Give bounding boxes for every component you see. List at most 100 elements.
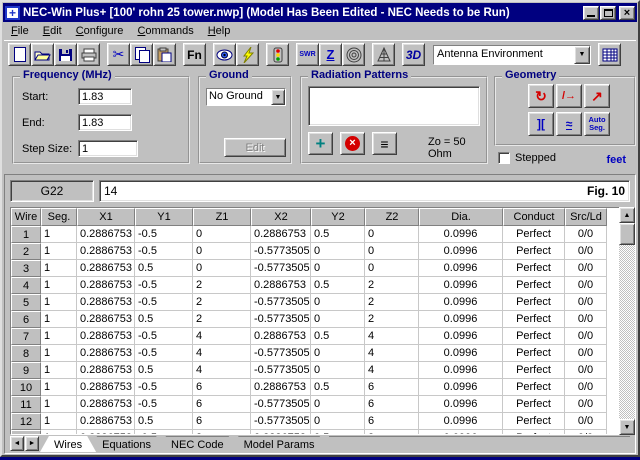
table-cell[interactable]: 0/0 xyxy=(565,226,607,243)
table-cell[interactable]: 0.0996 xyxy=(419,396,503,413)
table-cell[interactable]: 0.2886753 xyxy=(77,413,135,430)
table-cell[interactable]: 0 xyxy=(311,362,365,379)
table-cell[interactable]: -0.5773505 xyxy=(251,311,311,328)
table-cell[interactable]: -0.5773505 xyxy=(251,396,311,413)
table-cell[interactable]: 0/0 xyxy=(565,396,607,413)
menu-help[interactable]: Help xyxy=(201,23,238,39)
row-header-cell[interactable]: 1 xyxy=(11,226,41,243)
table-cell[interactable]: 0 xyxy=(193,226,251,243)
scale-button[interactable]: ↗ xyxy=(584,84,610,108)
table-cell[interactable]: -0.5 xyxy=(135,379,193,396)
function-button[interactable]: Fn xyxy=(183,43,206,66)
table-cell[interactable]: Perfect xyxy=(503,379,565,396)
table-cell[interactable]: 0.0996 xyxy=(419,311,503,328)
table-cell[interactable]: Perfect xyxy=(503,226,565,243)
table-cell[interactable]: 0.2886753 xyxy=(77,226,135,243)
table-cell[interactable]: 0 xyxy=(311,260,365,277)
table-cell[interactable]: 0.2886753 xyxy=(251,328,311,345)
table-cell[interactable]: 0.0996 xyxy=(419,226,503,243)
table-cell[interactable]: 0/0 xyxy=(565,345,607,362)
table-cell[interactable]: 0/0 xyxy=(565,379,607,396)
table-cell[interactable]: 0.0996 xyxy=(419,345,503,362)
table-cell[interactable]: 2 xyxy=(193,277,251,294)
tab-model-params[interactable]: Model Params xyxy=(230,436,329,452)
table-cell[interactable]: 0.0996 xyxy=(419,413,503,430)
table-cell[interactable]: 0.5 xyxy=(311,379,365,396)
stepped-checkbox[interactable] xyxy=(498,152,510,164)
row-header-cell[interactable]: 9 xyxy=(11,362,41,379)
menu-configure[interactable]: Configure xyxy=(69,23,131,39)
table-cell[interactable]: -0.5773505 xyxy=(251,345,311,362)
table-cell[interactable]: 0.0996 xyxy=(419,362,503,379)
row-header-cell[interactable]: 5 xyxy=(11,294,41,311)
table-cell[interactable]: 6 xyxy=(365,413,419,430)
vertical-scrollbar[interactable]: ▲ ▼ xyxy=(619,207,635,435)
row-header-cell[interactable]: 10 xyxy=(11,379,41,396)
table-cell[interactable]: 0.0996 xyxy=(419,260,503,277)
table-cell[interactable]: -0.5 xyxy=(135,430,193,435)
table-cell[interactable]: 0.0996 xyxy=(419,430,503,435)
step-size-input[interactable]: 1 xyxy=(78,140,138,157)
table-cell[interactable]: Perfect xyxy=(503,311,565,328)
table-cell[interactable]: -0.5 xyxy=(135,396,193,413)
table-cell[interactable]: 0 xyxy=(365,226,419,243)
table-cell[interactable]: Perfect xyxy=(503,413,565,430)
table-cell[interactable]: -0.5 xyxy=(135,294,193,311)
table-cell[interactable]: Perfect xyxy=(503,277,565,294)
table-cell[interactable]: Perfect xyxy=(503,430,565,435)
menu-file[interactable]: File xyxy=(4,23,36,39)
tab-scroll-right-button[interactable]: ► xyxy=(25,436,39,451)
table-cell[interactable]: 0.5 xyxy=(135,260,193,277)
row-header-cell[interactable]: 12 xyxy=(11,413,41,430)
auto-seg-button[interactable]: Auto Seg. xyxy=(584,112,610,136)
formula-field[interactable]: 14 Fig. 10 xyxy=(99,180,630,202)
table-cell[interactable]: Perfect xyxy=(503,328,565,345)
table-cell[interactable]: -0.5773505 xyxy=(251,243,311,260)
cut-button[interactable]: ✂ xyxy=(107,43,130,66)
table-cell[interactable]: 1 xyxy=(41,362,77,379)
table-cell[interactable]: 6 xyxy=(193,396,251,413)
table-cell[interactable]: 0.2886753 xyxy=(251,430,311,435)
maximize-button[interactable] xyxy=(600,6,616,20)
table-cell[interactable]: 0/0 xyxy=(565,260,607,277)
table-cell[interactable]: 0.5 xyxy=(135,311,193,328)
table-cell[interactable]: Perfect xyxy=(503,294,565,311)
table-cell[interactable]: 0 xyxy=(311,345,365,362)
col-header-dia[interactable]: Dia. xyxy=(419,208,503,226)
run-button[interactable] xyxy=(236,43,259,66)
table-cell[interactable]: 0.2886753 xyxy=(77,243,135,260)
table-cell[interactable]: 1 xyxy=(41,345,77,362)
table-cell[interactable]: 2 xyxy=(365,294,419,311)
tab-nec-code[interactable]: NEC Code xyxy=(157,436,238,452)
scroll-down-button[interactable]: ▼ xyxy=(619,419,635,435)
tab-wires[interactable]: Wires xyxy=(40,436,96,452)
row-header-cell[interactable]: 6 xyxy=(11,311,41,328)
table-cell[interactable]: -0.5 xyxy=(135,328,193,345)
table-cell[interactable]: 0 xyxy=(311,311,365,328)
col-header-x2[interactable]: X2 xyxy=(251,208,311,226)
table-cell[interactable]: 0.0996 xyxy=(419,379,503,396)
table-cell[interactable]: 4 xyxy=(193,345,251,362)
table-cell[interactable]: 0.5 xyxy=(311,277,365,294)
radiation-pattern-list[interactable] xyxy=(308,86,480,126)
scroll-up-button[interactable]: ▲ xyxy=(619,207,635,223)
table-cell[interactable]: 1 xyxy=(41,243,77,260)
menu-edit[interactable]: Edit xyxy=(36,23,69,39)
table-cell[interactable]: Perfect xyxy=(503,345,565,362)
table-cell[interactable]: 2 xyxy=(193,294,251,311)
table-cell[interactable]: -0.5 xyxy=(135,277,193,294)
table-cell[interactable]: 4 xyxy=(365,328,419,345)
table-cell[interactable]: -0.5773505 xyxy=(251,294,311,311)
table-cell[interactable]: 0/0 xyxy=(565,294,607,311)
table-cell[interactable]: 4 xyxy=(193,328,251,345)
impedance-button[interactable]: Z xyxy=(319,43,342,66)
col-header-srcld[interactable]: Src/Ld xyxy=(565,208,607,226)
menu-commands[interactable]: Commands xyxy=(130,23,200,39)
table-cell[interactable]: 0.2886753 xyxy=(77,328,135,345)
grid-button[interactable] xyxy=(598,43,621,66)
view-button[interactable] xyxy=(213,43,236,66)
table-cell[interactable]: 1 xyxy=(41,294,77,311)
tab-equations[interactable]: Equations xyxy=(88,436,165,452)
ground-dropdown[interactable]: No Ground ▼ xyxy=(206,88,286,106)
table-cell[interactable]: 2 xyxy=(193,311,251,328)
